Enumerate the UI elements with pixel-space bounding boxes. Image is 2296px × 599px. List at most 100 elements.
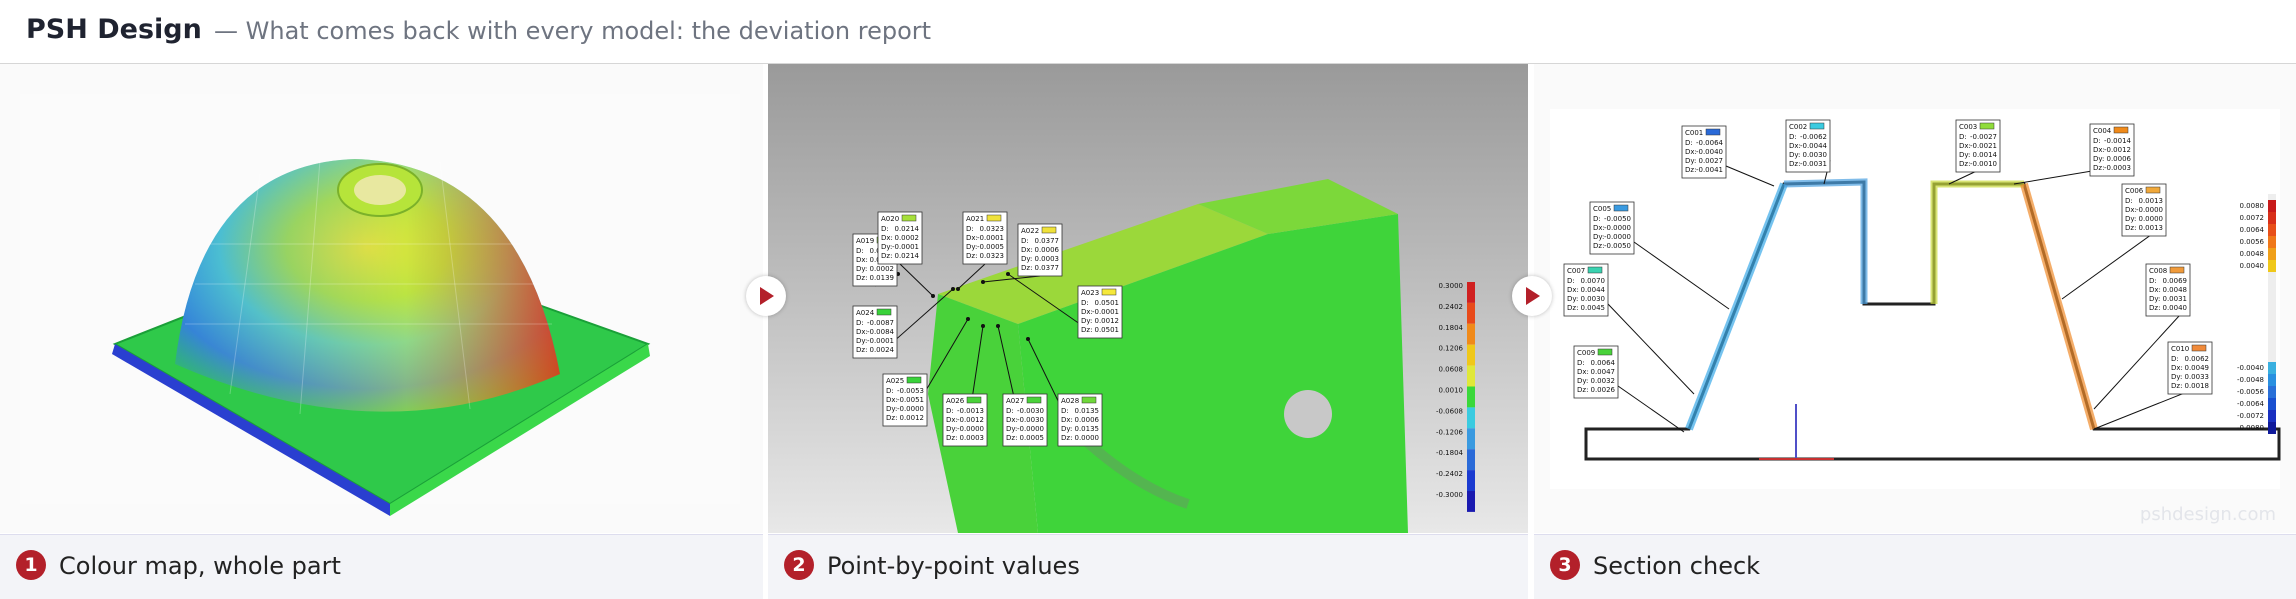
annotation-value: -0.0014 xyxy=(2104,137,2132,145)
annotation-value: -0.0050 xyxy=(1604,242,1631,250)
annotation-key: Dy: xyxy=(856,265,867,273)
annotation-value: -0.0000 xyxy=(957,425,984,433)
annotation-value: -0.0031 xyxy=(1800,160,1827,168)
annotation-value: 0.0214 xyxy=(895,225,920,233)
annotation-value: 0.0031 xyxy=(2163,295,2188,303)
annotation-value: 0.0012 xyxy=(900,414,925,422)
brand-name: PSH Design xyxy=(26,14,202,45)
scale-swatch xyxy=(1467,302,1475,324)
annotation-value: -0.0001 xyxy=(977,234,1004,242)
colour-map-image xyxy=(0,64,763,533)
scale-swatch xyxy=(1467,365,1475,387)
annotation-a024: A024D: -0.0087Dx: -0.0084Dy: -0.0001Dz: 0.00… xyxy=(852,305,898,359)
caption-text: Colour map, whole part xyxy=(59,552,341,580)
annotation-key: Dx: xyxy=(1021,246,1033,254)
section-scale-swatch xyxy=(2268,260,2276,272)
scale-swatch xyxy=(1467,428,1475,450)
annotation-value: 0.0030 xyxy=(1803,151,1828,159)
annotation-value: 0.0045 xyxy=(1581,304,1606,312)
annotation-value: 0.0026 xyxy=(1591,386,1616,394)
annotation-key: Dz: xyxy=(1567,304,1578,312)
annotation-key: Dz: xyxy=(1021,264,1032,272)
annotation-value: 0.0003 xyxy=(960,434,985,442)
annotation-key: D: xyxy=(1789,133,1797,141)
annotation-value: -0.0001 xyxy=(892,243,919,251)
section-scale-swatch xyxy=(2268,200,2276,212)
annotation-key: Dz: xyxy=(2093,164,2104,172)
annotation-key: Dz: xyxy=(1685,166,1696,174)
next-arrow-button-2[interactable] xyxy=(1512,276,1552,316)
section-scale-label: 0.0056 xyxy=(2240,238,2265,246)
annotation-id: C003 xyxy=(1959,123,1977,131)
annotation-key: Dz: xyxy=(1593,242,1604,250)
annotation-id: C009 xyxy=(1577,349,1595,357)
next-arrow-button[interactable] xyxy=(746,276,786,316)
annotation-a020: A020D: 0.0214Dx: 0.0002Dy: -0.0001Dz: 0.0214 xyxy=(877,211,923,265)
annotation-id: A019 xyxy=(856,237,874,245)
annotation-value: -0.0040 xyxy=(1696,148,1723,156)
annotation-value: 0.0040 xyxy=(2163,304,2188,312)
annotation-id: A022 xyxy=(1021,227,1039,235)
section-scale-swatch xyxy=(2268,398,2276,410)
annotation-value: 0.0006 xyxy=(1075,416,1100,424)
section-scale-label: -0.0080 xyxy=(2237,424,2264,432)
annotation-value: 0.0323 xyxy=(980,252,1005,260)
annotation-value: -0.0001 xyxy=(1092,308,1119,316)
annotation-value: 0.0047 xyxy=(1591,368,1616,376)
annotation-a025: A025D: -0.0053Dx: -0.0051Dy: -0.0000Dz: 0.00… xyxy=(882,373,928,427)
annotation-key: D: xyxy=(966,225,974,233)
annotation-id: A024 xyxy=(856,309,875,317)
scale-swatch xyxy=(1467,323,1475,345)
annotation-key: Dx: xyxy=(1577,368,1589,376)
annotation-key: Dx: xyxy=(856,256,868,264)
annotation-key: Dz: xyxy=(856,346,867,354)
play-icon xyxy=(760,287,774,305)
annotation-value: 0.0000 xyxy=(2139,215,2164,223)
section-c008: C008 D: 0.0069Dx: 0.0048Dy: 0.0031Dz: 0.0040 xyxy=(2145,263,2191,317)
scale-tick-label: 0.0608 xyxy=(1439,366,1464,374)
scale-swatch xyxy=(1467,282,1475,303)
annotation-value: 0.0044 xyxy=(1581,286,1606,294)
annotation-key: Dz: xyxy=(886,414,897,422)
section-c006: C006D: 0.0013Dx: -0.0000Dy: 0.0000Dz: 0.0013 xyxy=(2121,183,2167,237)
annotation-value: 0.0323 xyxy=(980,225,1005,233)
watermark: pshdesign.com xyxy=(2139,504,2276,525)
annotation-a027: A027D: -0.0030Dx: -0.0030Dy: -0.0000Dz: 0.00… xyxy=(1002,393,1048,447)
annotation-value: 0.0030 xyxy=(1581,295,1606,303)
annotation-value: -0.0021 xyxy=(1970,142,1997,150)
annotation-key: D: xyxy=(1593,215,1601,223)
caption-text: Point-by-point values xyxy=(827,552,1080,580)
annotation-key: Dz: xyxy=(946,434,957,442)
annotation-key: Dy: xyxy=(881,243,892,251)
annotation-value: 0.0064 xyxy=(1591,359,1616,367)
scale-swatch xyxy=(1467,407,1475,429)
annotation-value: 0.0377 xyxy=(1035,237,1060,245)
annotation-key: Dy: xyxy=(2093,155,2104,163)
section-scale-label: 0.0080 xyxy=(2240,202,2265,210)
annotation-value: 0.0033 xyxy=(2185,373,2210,381)
annotation-key: D: xyxy=(856,247,864,255)
annotation-value: -0.0012 xyxy=(957,416,984,424)
annotation-key: Dz: xyxy=(1789,160,1800,168)
annotation-key: D: xyxy=(946,407,954,415)
annotation-key: D: xyxy=(886,387,894,395)
section-scale-swatch xyxy=(2268,422,2276,434)
annotation-key: Dx: xyxy=(2149,286,2161,294)
caption-text: Section check xyxy=(1593,552,1761,580)
annotation-key: Dy: xyxy=(1567,295,1578,303)
annotation-a022: A022D: 0.0377Dx: 0.0006Dy: 0.0003Dz: 0.0377 xyxy=(1017,223,1063,277)
annotation-key: Dy: xyxy=(2125,215,2136,223)
annotation-id: C001 xyxy=(1685,129,1703,137)
play-icon xyxy=(1526,287,1540,305)
annotation-value: 0.0049 xyxy=(2185,364,2210,372)
annotation-a028: A028D: 0.0135Dx: 0.0006Dy: 0.0135Dz: 0.0000 xyxy=(1057,393,1103,447)
annotation-id: C007 xyxy=(1567,267,1585,275)
annotation-value: -0.0003 xyxy=(2104,164,2131,172)
annotation-id: A023 xyxy=(1081,289,1099,297)
caption-bar: 3 Section check xyxy=(1534,534,2296,599)
annotation-id: A021 xyxy=(966,215,984,223)
annotation-id: A020 xyxy=(881,215,899,223)
annotation-value: 0.0000 xyxy=(1075,434,1100,442)
annotation-key: Dy: xyxy=(2149,295,2160,303)
annotation-value: 0.0062 xyxy=(2185,355,2210,363)
